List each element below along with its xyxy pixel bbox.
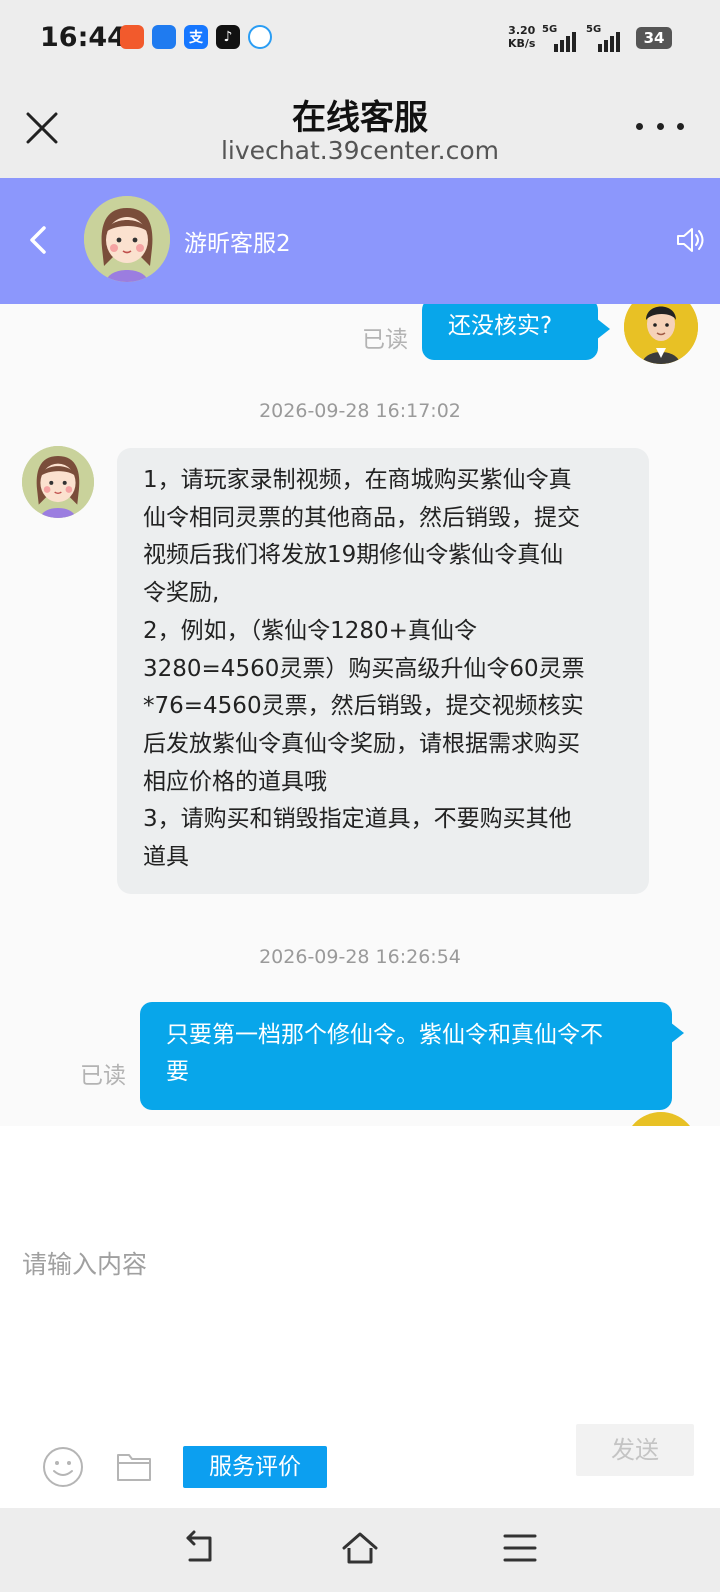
message-line: 令奖励, <box>143 580 220 607</box>
tiktok-icon: ♪ <box>216 25 240 49</box>
message-text: 只要第一档那个修仙令。紫仙令和真仙令不 要 <box>166 1017 662 1091</box>
nav-back-icon[interactable] <box>180 1528 220 1568</box>
read-status: 已读 <box>80 1063 126 1089</box>
man-avatar-icon <box>624 304 698 364</box>
agent-avatar <box>84 196 170 282</box>
agent-avatar <box>22 446 94 518</box>
dot-icon <box>656 122 664 130</box>
message-text: 还没核实? <box>448 313 553 339</box>
message-line: 仙令相同灵票的其他商品，然后销毁，提交 <box>143 504 580 531</box>
system-nav-bar <box>0 1508 720 1592</box>
user-avatar <box>624 1112 698 1126</box>
message-line: 道具 <box>143 844 189 871</box>
message-line: 3280=4560灵票）购买高级升仙令60灵票 <box>143 655 585 682</box>
more-options-button[interactable] <box>636 116 684 136</box>
title-bar: 在线客服 livechat.39center.com <box>0 78 720 178</box>
user-avatar <box>624 304 698 364</box>
message-line: *76=4560灵票，然后销毁，提交视频核实 <box>143 693 584 720</box>
dot-icon <box>636 122 643 130</box>
battery-icon: 34 <box>636 27 672 49</box>
page-url: livechat.39center.com <box>220 136 499 165</box>
message-line: 后发放紫仙令真仙令奖励，请根据需求购买 <box>143 730 580 757</box>
signal-icon: 5G <box>542 24 580 52</box>
message-line: 3，请购买和销毁指定道具，不要购买其他 <box>143 806 572 833</box>
status-bar: 16:44 支 ♪ 3.20 KB/s 5G 5G 34 <box>0 0 720 78</box>
message-line: 1，请玩家录制视频，在商城购买紫仙令真 <box>143 467 572 493</box>
message-line: 2，例如，（紫仙令1280+真仙令 <box>143 617 477 644</box>
send-button[interactable]: 发送 <box>576 1424 694 1476</box>
agent-name: 游昕客服2 <box>184 231 291 257</box>
signal-label: 5G <box>586 24 602 35</box>
girl-avatar-icon <box>22 446 94 518</box>
nav-home-icon[interactable] <box>340 1528 380 1568</box>
status-time: 16:44 <box>40 22 126 53</box>
signal-label: 5G <box>542 24 558 35</box>
network-speed-unit: KB/s <box>508 37 536 50</box>
signal-icon: 5G <box>586 24 628 52</box>
girl-avatar-icon <box>84 196 170 282</box>
browser-app-icon <box>248 25 272 49</box>
service-rating-button[interactable]: 服务评价 <box>183 1446 327 1488</box>
alipay-icon: 支 <box>184 25 208 49</box>
network-speed: 3.20 KB/s <box>508 24 535 50</box>
message-line: 只要第一档那个修仙令。紫仙令和真仙令不 <box>166 1022 603 1048</box>
outgoing-message[interactable]: 还没核实? <box>422 304 610 360</box>
network-speed-value: 3.20 <box>508 24 536 37</box>
message-timestamp: 2026-09-28 16:26:54 <box>259 946 461 968</box>
chat-messages[interactable]: 已读 还没核实? 2026-09-28 16:17:02 1，请玩家录制视频，在… <box>0 304 720 1126</box>
dot-icon <box>677 122 684 130</box>
emoji-icon[interactable] <box>42 1446 84 1488</box>
speaker-icon[interactable] <box>674 224 706 256</box>
back-chevron-icon[interactable] <box>24 222 54 258</box>
input-area: 服务评价 发送 <box>0 1126 720 1508</box>
shopping-app-icon <box>120 25 144 49</box>
chat-header: 游昕客服2 <box>0 178 720 304</box>
message-text: 1，请玩家录制视频，在商城购买紫仙令真 仙令相同灵票的其他商品，然后销毁，提交 … <box>143 462 638 877</box>
message-input[interactable] <box>22 1244 682 1284</box>
message-line: 视频后我们将发放19期修仙令紫仙令真仙 <box>143 542 564 569</box>
notification-icons: 支 ♪ <box>120 25 272 49</box>
read-status: 已读 <box>362 327 408 353</box>
message-timestamp: 2026-09-28 16:17:02 <box>259 400 461 422</box>
page-title: 在线客服 <box>292 98 428 138</box>
nav-menu-icon[interactable] <box>502 1530 538 1566</box>
message-line: 相应价格的道具哦 <box>143 768 327 795</box>
message-line: 要 <box>166 1059 189 1085</box>
incoming-message[interactable]: 1，请玩家录制视频，在商城购买紫仙令真 仙令相同灵票的其他商品，然后销毁，提交 … <box>117 448 649 894</box>
outgoing-message[interactable]: 只要第一档那个修仙令。紫仙令和真仙令不 要 <box>140 1002 684 1110</box>
folder-icon[interactable] <box>116 1450 152 1482</box>
cloud-app-icon <box>152 25 176 49</box>
